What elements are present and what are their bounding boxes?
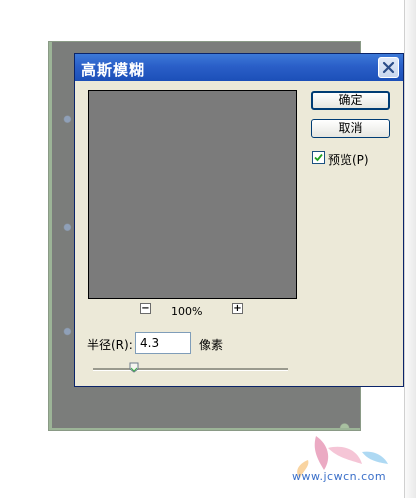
checkmark-icon <box>314 153 323 162</box>
close-icon <box>382 61 395 74</box>
ok-button[interactable]: 确定 <box>311 91 390 110</box>
close-button[interactable] <box>378 57 399 78</box>
watermark-text: www.jcwcn.com <box>292 470 387 483</box>
panel-edge <box>404 0 416 498</box>
radius-slider-track[interactable] <box>93 368 288 371</box>
plus-icon: + <box>233 303 242 314</box>
dialog-title: 高斯模糊 <box>81 61 146 79</box>
cancel-button[interactable]: 取消 <box>311 119 390 138</box>
preview-checkbox-label[interactable]: 预览(P) <box>328 151 369 168</box>
zoom-out-button[interactable]: − <box>140 303 151 314</box>
radius-slider-thumb[interactable] <box>129 362 139 373</box>
radius-input[interactable] <box>135 332 191 354</box>
dialog-titlebar[interactable]: 高斯模糊 <box>74 53 404 81</box>
preview-area[interactable] <box>88 90 297 299</box>
gaussian-blur-dialog: 高斯模糊 − 100% + 确定 取消 预览(P) 半径(R): 像素 <box>74 53 404 387</box>
minus-icon: − <box>141 303 150 314</box>
zoom-level: 100% <box>171 305 203 318</box>
radius-label: 半径(R): <box>87 338 133 352</box>
zoom-in-button[interactable]: + <box>232 303 243 314</box>
preview-checkbox[interactable] <box>312 151 325 164</box>
radius-unit: 像素 <box>199 338 224 352</box>
